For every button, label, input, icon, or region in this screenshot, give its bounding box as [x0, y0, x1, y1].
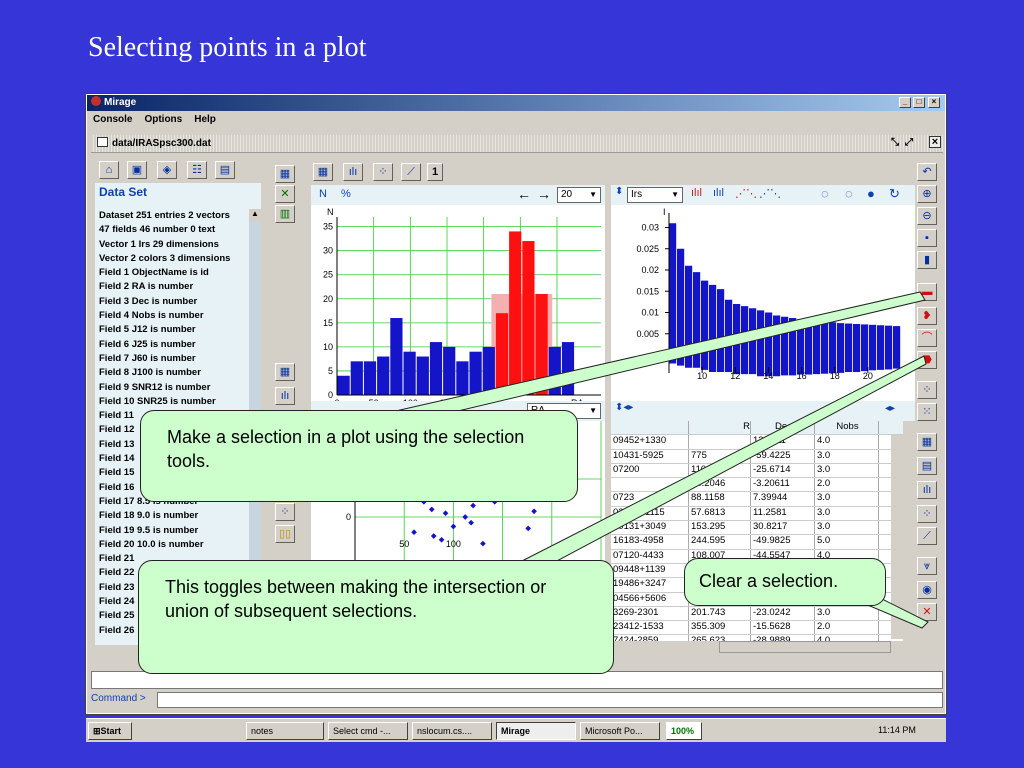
callout-selection: Make a selection in a plot using the sel… — [140, 410, 578, 502]
task-select-cmd[interactable]: Select cmd -... — [328, 722, 408, 740]
start-button[interactable]: ⊞Start — [88, 722, 132, 740]
zoom-indicator[interactable]: 100% — [666, 722, 702, 740]
taskbar: ⊞Start notes Select cmd -... nslocum.cs.… — [86, 718, 946, 742]
callout-clear: Clear a selection. — [684, 558, 886, 606]
start-label: Start — [100, 726, 122, 736]
clock: 11:14 PM — [878, 725, 916, 735]
task-powerpoint[interactable]: Microsoft Po... — [580, 722, 660, 740]
task-notes[interactable]: notes — [246, 722, 324, 740]
callout-toggle: This toggles between making the intersec… — [138, 560, 614, 674]
task-nslocum[interactable]: nslocum.cs.... — [412, 722, 492, 740]
windows-logo-icon: ⊞ — [93, 726, 101, 736]
task-mirage[interactable]: Mirage — [496, 722, 576, 740]
